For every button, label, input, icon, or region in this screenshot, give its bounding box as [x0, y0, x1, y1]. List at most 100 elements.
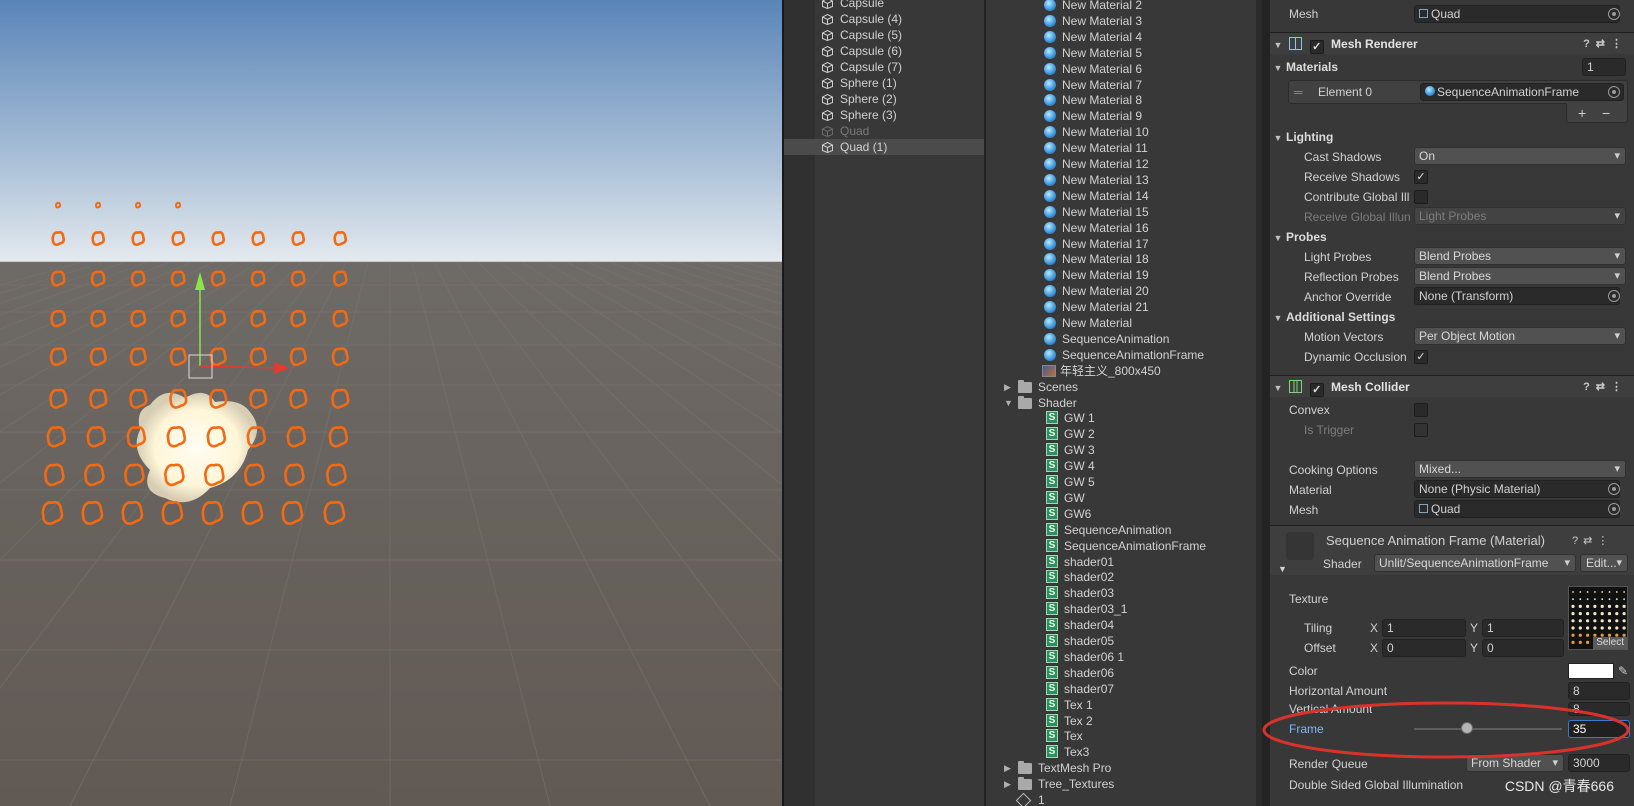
materials-foldout[interactable]: ▼ Materials [1270, 58, 1339, 76]
project-item[interactable]: New Material 19 [1026, 267, 1256, 283]
receive-shadows-checkbox[interactable]: ✓ [1414, 170, 1428, 184]
project-item[interactable]: S SequenceAnimationFrame [1026, 538, 1256, 554]
project-item[interactable]: S GW 4 [1026, 458, 1256, 474]
mesh-renderer-header[interactable]: ▼ ✓ Mesh Renderer ?⇄⋮ [1270, 32, 1634, 54]
hierarchy-item[interactable]: Capsule (7) [816, 59, 984, 75]
light-probes-dropdown[interactable]: Blend Probes [1414, 247, 1626, 265]
project-item[interactable]: ▶ TextMesh Pro [1004, 760, 1256, 776]
motion-vectors-dropdown[interactable]: Per Object Motion [1414, 327, 1626, 345]
cast-shadows-dropdown[interactable]: On [1414, 147, 1626, 165]
project-item[interactable]: S GW [1026, 490, 1256, 506]
project-item[interactable]: 年轻主义_800x450 [1026, 363, 1256, 379]
panel-divider-3[interactable] [1262, 0, 1270, 806]
drag-handle-icon[interactable]: ═ [1294, 83, 1303, 101]
horizontal-amount-field[interactable]: 8 [1568, 682, 1630, 700]
project-item[interactable]: Sshader06 1 [1026, 649, 1256, 665]
project-item[interactable]: Sshader03_1 [1026, 601, 1256, 617]
eyedropper-icon[interactable]: ✎ [1618, 662, 1628, 680]
object-picker-icon[interactable] [1608, 86, 1620, 98]
project-item[interactable]: Sshader02 [1026, 569, 1256, 585]
project-item[interactable]: New Material 16 [1026, 220, 1256, 236]
hierarchy-item[interactable]: Sphere (1) [816, 75, 984, 91]
project-item[interactable]: SequenceAnimation [1026, 331, 1256, 347]
expanded-arrow-icon[interactable]: ▼ [1004, 395, 1013, 411]
foldout-arrow-icon[interactable]: ▼ [1278, 560, 1287, 578]
scene-canvas[interactable] [0, 0, 782, 806]
offset-y-field[interactable]: 0 [1482, 639, 1564, 657]
project-item[interactable]: New Material 8 [1026, 92, 1256, 108]
project-item[interactable]: S Tex 1 [1026, 697, 1256, 713]
texture-select-button[interactable]: Select [1593, 637, 1627, 649]
remove-element-button[interactable]: − [1602, 104, 1610, 122]
project-item[interactable]: 1 [1015, 792, 1256, 806]
collapsed-arrow-icon[interactable]: ▶ [1004, 379, 1011, 395]
collapsed-arrow-icon[interactable]: ▶ [1004, 776, 1011, 792]
project-item[interactable]: SequenceAnimationFrame [1026, 347, 1256, 363]
color-swatch[interactable] [1568, 663, 1614, 679]
component-header-icons[interactable]: ?⇄⋮ [1583, 376, 1628, 398]
project-item[interactable]: New Material 4 [1026, 29, 1256, 45]
project-item[interactable]: New Material 21 [1026, 299, 1256, 315]
tiling-y-field[interactable]: 1 [1482, 619, 1564, 637]
object-picker-icon[interactable] [1608, 483, 1620, 495]
project-item[interactable]: S GW 2 [1026, 426, 1256, 442]
collider-material-field[interactable]: None (Physic Material) [1414, 480, 1620, 498]
hierarchy-item[interactable]: Quad (1) [784, 139, 984, 155]
collider-mesh-field[interactable]: Quad [1414, 500, 1620, 518]
project-item[interactable]: Sshader03 [1026, 585, 1256, 601]
project-item[interactable]: S Tex 2 [1026, 713, 1256, 729]
hierarchy-item[interactable]: Capsule (6) [816, 43, 984, 59]
collapsed-arrow-icon[interactable]: ▶ [1004, 760, 1011, 776]
contribute-gi-checkbox[interactable] [1414, 190, 1428, 204]
element0-field[interactable]: SequenceAnimationFrame [1420, 83, 1624, 101]
project-item[interactable]: ▶ Tree_Textures [1004, 776, 1256, 792]
project-item[interactable]: New Material 6 [1026, 61, 1256, 77]
shader-edit-button[interactable]: Edit... [1580, 554, 1628, 572]
component-header-icons[interactable]: ?⇄⋮ [1572, 532, 1613, 550]
project-item[interactable]: Sshader05 [1026, 633, 1256, 649]
project-item[interactable]: New Material 5 [1026, 45, 1256, 61]
project-item[interactable]: S Tex [1026, 728, 1256, 744]
project-item[interactable]: S GW6 [1026, 506, 1256, 522]
project-item[interactable]: Sshader01 [1026, 554, 1256, 570]
hierarchy-item[interactable]: Capsule (5) [816, 27, 984, 43]
hierarchy-item[interactable]: Sphere (3) [816, 107, 984, 123]
materials-count-field[interactable]: 1 [1582, 58, 1626, 76]
project-item[interactable]: S SequenceAnimation [1026, 522, 1256, 538]
probes-foldout[interactable]: ▼ Probes [1270, 228, 1327, 246]
convex-checkbox[interactable] [1414, 403, 1428, 417]
project-item[interactable]: S GW 5 [1026, 474, 1256, 490]
add-element-button[interactable]: + [1578, 104, 1586, 122]
texture-thumbnail[interactable]: Select [1568, 586, 1628, 650]
project-item[interactable]: New Material 11 [1026, 140, 1256, 156]
offset-x-field[interactable]: 0 [1382, 639, 1466, 657]
project-item[interactable]: New Material 18 [1026, 251, 1256, 267]
object-picker-icon[interactable] [1608, 8, 1620, 20]
mesh-collider-header[interactable]: ▼ ✓ Mesh Collider ?⇄⋮ [1270, 375, 1634, 397]
reflection-probes-dropdown[interactable]: Blend Probes [1414, 267, 1626, 285]
project-item[interactable]: New Material 17 [1026, 236, 1256, 252]
mesh-filter-mesh-field[interactable]: Quad [1414, 5, 1620, 23]
mesh-collider-enabled-checkbox[interactable]: ✓ [1309, 383, 1324, 397]
dynamic-occlusion-checkbox[interactable]: ✓ [1414, 350, 1428, 364]
hierarchy-item[interactable]: Capsule (4) [816, 11, 984, 27]
project-item[interactable]: New Material [1026, 315, 1256, 331]
project-item[interactable]: New Material 20 [1026, 283, 1256, 299]
project-item[interactable]: ▶ Scenes [1004, 379, 1256, 395]
lighting-foldout[interactable]: ▼ Lighting [1270, 128, 1334, 146]
project-item[interactable]: S GW 3 [1026, 442, 1256, 458]
tiling-x-field[interactable]: 1 [1382, 619, 1466, 637]
project-item[interactable]: New Material 10 [1026, 124, 1256, 140]
mesh-renderer-enabled-checkbox[interactable]: ✓ [1309, 40, 1324, 54]
scene-view[interactable] [0, 0, 782, 806]
project-item[interactable]: New Material 14 [1026, 188, 1256, 204]
foldout-arrow-icon[interactable]: ▼ [1270, 34, 1286, 56]
project-item[interactable]: New Material 9 [1026, 108, 1256, 124]
foldout-arrow-icon[interactable]: ▼ [1270, 377, 1286, 399]
project-item[interactable]: ▼ Shader [1004, 395, 1256, 411]
project-item[interactable]: New Material 15 [1026, 204, 1256, 220]
component-header-icons[interactable]: ?⇄⋮ [1583, 33, 1628, 55]
project-item[interactable]: New Material 7 [1026, 77, 1256, 93]
project-item[interactable]: Sshader04 [1026, 617, 1256, 633]
project-item[interactable]: New Material 13 [1026, 172, 1256, 188]
